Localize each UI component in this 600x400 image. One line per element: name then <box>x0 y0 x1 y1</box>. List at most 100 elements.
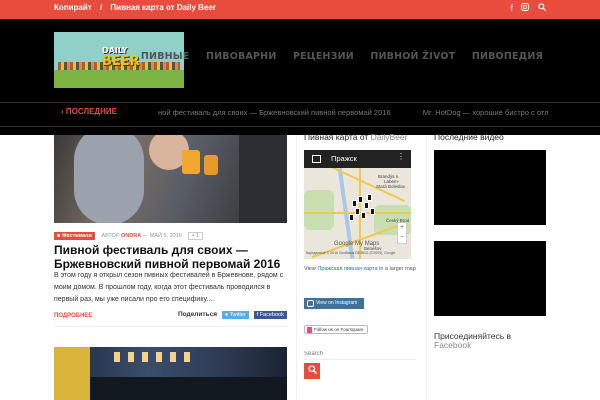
foursquare-button[interactable]: Follow us on Foursquare <box>304 325 368 334</box>
photo-person-shape <box>74 135 144 223</box>
post-featured-image[interactable] <box>54 135 287 223</box>
twitter-icon: ● <box>224 312 229 318</box>
photo-wall-shape <box>54 347 90 400</box>
facebook-share-label: Facebook <box>259 312 284 318</box>
next-post-image[interactable] <box>54 347 287 400</box>
ticker-divider-top <box>0 102 600 103</box>
top-icons: f <box>504 3 546 13</box>
ticker-label: › ПОСЛЕДНИЕ <box>61 107 117 116</box>
latest-ticker: › ПОСЛЕДНИЕ ной фестиваль для своих — Бр… <box>0 99 600 135</box>
beer-map-title-brand: DailyBeer <box>370 132 408 142</box>
beer-map-widget-title: Пивная карта от DailyBeer <box>304 132 408 142</box>
post-divider <box>54 326 287 327</box>
map-caption-link[interactable]: Пражская пивная карта <box>317 266 377 272</box>
post-excerpt: В этом году я открыл сезон пивных фестив… <box>54 272 284 303</box>
instagram-button[interactable]: View on Instagram <box>304 298 364 309</box>
photo-beer-glass <box>182 150 200 174</box>
chevron-right-icon: › <box>61 107 64 116</box>
nav-item-breweries[interactable]: ПИВОВАРНИ <box>206 51 276 62</box>
folder-icon: ■ <box>57 233 61 239</box>
map-pin[interactable] <box>361 212 366 219</box>
search-icon <box>307 365 317 374</box>
map-title-bar: Пражск ⋮ <box>304 150 411 168</box>
photo-background-shape <box>239 135 287 223</box>
photo-beer-glass <box>204 155 218 175</box>
site-header: DAILY BEER ПИВНЫЕ ПИВОВАРНИ РЕЦЕНЗИИ ПИВ… <box>0 19 600 99</box>
map-city-label: Stará Boleslav <box>376 184 406 189</box>
zoom-in-button[interactable]: + <box>398 223 406 233</box>
top-bar: Копирайт / Пивная карта от Daily Beer f <box>0 0 600 19</box>
join-facebook-link[interactable]: Facebook <box>434 340 471 350</box>
comments-badge[interactable]: ▪ 1 <box>188 232 203 240</box>
share-bar: Поделиться ● Twitter f Facebook <box>178 311 287 319</box>
google-logo-text: Google <box>334 241 354 247</box>
meta-separator: — <box>142 233 150 239</box>
beer-map-link[interactable]: Пивная карта от Daily Beer <box>110 3 216 12</box>
nav-item-reviews[interactable]: РЕЦЕНЗИИ <box>293 51 354 62</box>
ticker-divider-bottom <box>0 126 600 127</box>
category-tag-label: Фестивали <box>61 233 92 239</box>
map-caption: View Пражская пивная карта in a larger m… <box>304 263 416 275</box>
facebook-share-button[interactable]: f Facebook <box>253 311 287 319</box>
copyright-link[interactable]: Копирайт <box>54 3 92 12</box>
zoom-out-button[interactable]: − <box>398 233 406 243</box>
map-zoom-control[interactable]: + − <box>397 222 407 244</box>
ticker-item[interactable]: Mr. HotDog — хорошие бистро с отличн <box>423 108 548 117</box>
map-park <box>304 190 334 230</box>
post-meta: ■ Фестивали АВТОР ONDRA — МАЙ 5, 2016 ▪ … <box>54 232 203 242</box>
photo-crowd-shape <box>90 377 287 400</box>
foursquare-button-label: Follow us on Foursquare <box>314 327 364 332</box>
map-pin[interactable] <box>352 200 357 207</box>
comment-icon: ▪ <box>192 233 195 239</box>
map-pin[interactable] <box>349 214 354 221</box>
author-link[interactable]: ONDRA <box>121 233 141 239</box>
google-logo: Google My Maps <box>334 241 379 247</box>
search-icon[interactable] <box>538 3 546 13</box>
top-separator: / <box>99 3 103 12</box>
main-nav: ПИВНЫЕ ПИВОВАРНИ РЕЦЕНЗИИ ПИВНОЙ ŽIVOT П… <box>129 46 543 64</box>
top-links: Копирайт / Пивная карта от Daily Beer <box>54 3 222 12</box>
more-vert-icon[interactable]: ⋮ <box>397 152 405 161</box>
category-tag[interactable]: ■ Фестивали <box>54 232 95 240</box>
video-embed[interactable] <box>434 241 546 316</box>
column-divider <box>296 135 297 400</box>
post-title[interactable]: Пивной фестиваль для своих — Бржевновски… <box>54 243 294 271</box>
instagram-button-label: View on Instagram <box>316 300 358 306</box>
map-pin[interactable] <box>370 208 375 215</box>
search-button[interactable] <box>304 363 320 379</box>
map-caption-suffix: in a larger map <box>379 266 416 272</box>
ticker-item[interactable]: ной фестиваль для своих — Бржевновский п… <box>158 108 391 117</box>
facebook-icon: f <box>256 312 259 318</box>
beer-map-embed[interactable]: Brandýs n. Labem- Stará Boleslav Český B… <box>304 150 411 259</box>
nav-item-beerpedia[interactable]: ПИВОПЕДИЯ <box>472 51 543 62</box>
author-prefix: АВТОР <box>101 233 120 239</box>
video-embed[interactable] <box>434 150 546 225</box>
map-pin[interactable] <box>355 208 360 215</box>
foursquare-icon <box>307 327 312 333</box>
map-copyright: Картданные © 2016 GeoBasis-DE/BKG (©2009… <box>306 251 396 255</box>
twitter-share-button[interactable]: ● Twitter <box>221 311 249 319</box>
logo-grass-graphic <box>54 70 184 88</box>
map-title: Пражск <box>331 154 357 163</box>
share-label: Поделиться <box>178 311 218 318</box>
nav-item-pubs[interactable]: ПИВНЫЕ <box>141 51 190 62</box>
column-divider <box>426 135 427 400</box>
facebook-icon[interactable]: f <box>510 3 513 13</box>
search-input[interactable] <box>304 348 416 360</box>
my-maps-label: My Maps <box>355 241 380 247</box>
latest-videos-title: Последние видео <box>434 132 504 142</box>
nav-item-beer-life[interactable]: ПИВНОЙ ŽIVOT <box>370 51 455 62</box>
read-more-link[interactable]: ПОДРОБНЕЕ <box>54 313 92 319</box>
map-pin[interactable] <box>364 202 369 209</box>
instagram-icon[interactable] <box>521 3 530 13</box>
map-pin[interactable] <box>358 196 363 203</box>
beer-map-title-text: Пивная карта от <box>304 132 369 142</box>
map-pin[interactable] <box>367 194 372 201</box>
ticker-items: ной фестиваль для своих — Бржевновский п… <box>158 108 548 120</box>
instagram-icon <box>307 300 314 307</box>
map-caption-prefix: View <box>304 266 316 272</box>
ticker-label-text: ПОСЛЕДНИЕ <box>65 107 117 116</box>
comments-count: 1 <box>195 233 199 239</box>
photo-windows-shape <box>114 352 194 362</box>
map-panel-icon[interactable] <box>312 155 321 163</box>
